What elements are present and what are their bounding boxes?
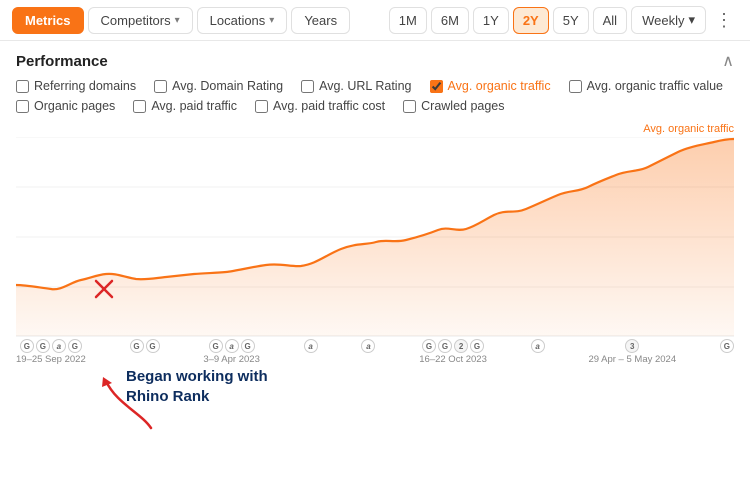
chevron-down-icon: ▾ [175, 15, 180, 26]
x-axis-container: G G a G 19–25 Sep 2022 G G G a G 3–9 Apr… [0, 337, 750, 365]
chart-wrapper [16, 137, 734, 337]
g-icon: G [68, 339, 82, 353]
a-icon: a [531, 339, 545, 353]
competitors-button[interactable]: Competitors ▾ [88, 7, 193, 34]
g-icon: G [20, 339, 34, 353]
chart-container: Avg. organic traffic [0, 123, 750, 337]
metrics-row-2: Organic pages Avg. paid traffic Avg. pai… [0, 99, 750, 119]
metrics-button[interactable]: Metrics [12, 7, 84, 34]
metrics-checkboxes: Referring domains Avg. Domain Rating Avg… [0, 77, 750, 99]
x-label-may2024: 3 29 Apr – 5 May 2024 [588, 339, 676, 365]
g-icon: G [146, 339, 160, 353]
g-icon: G [438, 339, 452, 353]
g-icon: G [209, 339, 223, 353]
avg-organic-traffic-checkbox[interactable] [430, 80, 443, 93]
a-icon: a [304, 339, 318, 353]
time-5y-button[interactable]: 5Y [553, 7, 589, 34]
annotation-text: Began working with Rhino Rank [126, 367, 268, 408]
metric-avg-paid-traffic[interactable]: Avg. paid traffic [133, 99, 237, 113]
weekly-button[interactable]: Weekly ▾ [631, 6, 706, 34]
metric-referring-domains[interactable]: Referring domains [16, 79, 136, 93]
avg-organic-traffic-value-checkbox[interactable] [569, 80, 582, 93]
avg-paid-traffic-checkbox[interactable] [133, 100, 146, 113]
x-label-9: G [720, 339, 734, 354]
chevron-down-icon: ▾ [688, 12, 695, 28]
years-button[interactable]: Years [291, 7, 350, 34]
x-label-7: a [531, 339, 545, 354]
g-icon: G [130, 339, 144, 353]
top-nav: Metrics Competitors ▾ Locations ▾ Years … [0, 0, 750, 41]
more-options-button[interactable]: ⋮ [710, 6, 738, 34]
nav-left: Metrics Competitors ▾ Locations ▾ Years [12, 7, 350, 34]
annotation-area: Began working with Rhino Rank [16, 365, 734, 445]
metric-crawled-pages[interactable]: Crawled pages [403, 99, 504, 113]
x-label-4: a [304, 339, 318, 354]
crawled-pages-checkbox[interactable] [403, 100, 416, 113]
x-label-sep2022: G G a G 19–25 Sep 2022 [16, 339, 86, 365]
metric-organic-pages[interactable]: Organic pages [16, 99, 115, 113]
metric-avg-url-rating[interactable]: Avg. URL Rating [301, 79, 411, 93]
avg-paid-traffic-cost-checkbox[interactable] [255, 100, 268, 113]
metric-avg-organic-traffic[interactable]: Avg. organic traffic [430, 79, 551, 93]
collapse-button[interactable]: ∧ [722, 51, 734, 71]
nav-right: 1M 6M 1Y 2Y 5Y All Weekly ▾ ⋮ [389, 6, 738, 34]
time-1y-button[interactable]: 1Y [473, 7, 509, 34]
metric-avg-paid-traffic-cost[interactable]: Avg. paid traffic cost [255, 99, 385, 113]
chart-legend-label: Avg. organic traffic [16, 123, 734, 135]
g-icon: G [36, 339, 50, 353]
x-label-oct2023: G G 2 G 16–22 Oct 2023 [419, 339, 487, 365]
metric-avg-domain-rating[interactable]: Avg. Domain Rating [154, 79, 283, 93]
performance-header: Performance ∧ [0, 41, 750, 77]
a-icon: a [225, 339, 239, 353]
x-label-apr2023: G a G 3–9 Apr 2023 [203, 339, 260, 365]
x-axis: G G a G 19–25 Sep 2022 G G G a G 3–9 Apr… [16, 339, 734, 365]
chart-svg [16, 137, 734, 337]
g-icon: G [470, 339, 484, 353]
time-all-button[interactable]: All [593, 7, 627, 34]
x-label-5: a [361, 339, 375, 354]
performance-title: Performance [16, 53, 108, 70]
time-2y-button[interactable]: 2Y [513, 7, 549, 34]
3-icon: 3 [625, 339, 639, 353]
avg-domain-rating-checkbox[interactable] [154, 80, 167, 93]
time-6m-button[interactable]: 6M [431, 7, 469, 34]
g-icon: G [422, 339, 436, 353]
avg-url-rating-checkbox[interactable] [301, 80, 314, 93]
locations-button[interactable]: Locations ▾ [197, 7, 288, 34]
g-icon: G [720, 339, 734, 353]
chevron-down-icon: ▾ [269, 15, 274, 26]
x-label-2: G G [130, 339, 160, 354]
g-icon: G [241, 339, 255, 353]
organic-pages-checkbox[interactable] [16, 100, 29, 113]
metric-avg-organic-traffic-value[interactable]: Avg. organic traffic value [569, 79, 723, 93]
a-icon: a [361, 339, 375, 353]
a-icon: a [52, 339, 66, 353]
referring-domains-checkbox[interactable] [16, 80, 29, 93]
time-1m-button[interactable]: 1M [389, 7, 427, 34]
2-icon: 2 [454, 339, 468, 353]
